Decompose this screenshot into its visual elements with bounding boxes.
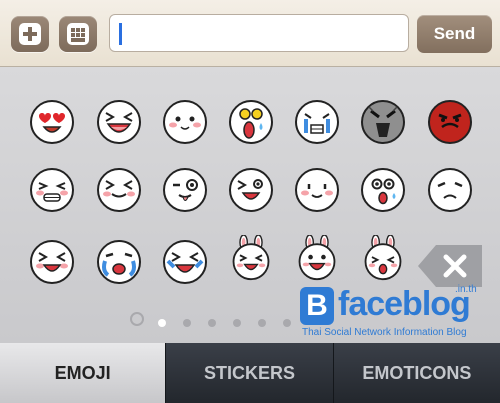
keyboard-icon: [67, 23, 89, 45]
category-tabs: EMOJI STICKERS EMOTICONS: [0, 343, 500, 403]
text-cursor: [119, 23, 122, 45]
emoji-sad[interactable]: [427, 167, 473, 213]
watermark-tld: .in.th: [455, 284, 477, 295]
emoji-heart-eyes[interactable]: [29, 99, 75, 145]
emoji-laugh-cry[interactable]: [29, 239, 75, 285]
emoji-tears-laugh[interactable]: [162, 239, 208, 285]
page-dot-4[interactable]: [233, 319, 241, 327]
emoji-shocked-sweat[interactable]: [228, 99, 274, 145]
emoji-wink-grin[interactable]: [228, 167, 274, 213]
emoji-bunny-grin[interactable]: [228, 235, 274, 281]
plus-icon: [19, 23, 41, 45]
emoji-squint-grin[interactable]: [29, 167, 75, 213]
page-dot-3[interactable]: [208, 319, 216, 327]
page-dot-2[interactable]: [183, 319, 191, 327]
emoji-blushing[interactable]: [162, 99, 208, 145]
emoji-dark-shocked[interactable]: [360, 99, 406, 145]
keyboard-toggle-button[interactable]: [59, 16, 97, 52]
page-dot-6[interactable]: [283, 319, 291, 327]
input-toolbar: Send: [0, 0, 500, 67]
page-dot-1[interactable]: [158, 319, 166, 327]
tab-stickers[interactable]: STICKERS: [165, 343, 333, 403]
emoji-laughing[interactable]: [96, 99, 142, 145]
watermark-subtitle: Thai Social Network Information Blog: [302, 327, 467, 338]
message-input[interactable]: [109, 14, 409, 52]
send-button[interactable]: Send: [417, 15, 492, 53]
faceblog-watermark: B faceblog .in.th Thai Social Network In…: [300, 284, 490, 343]
emoji-surprised[interactable]: [360, 167, 406, 213]
add-button[interactable]: [11, 16, 49, 52]
emoji-wink-tongue[interactable]: [162, 167, 208, 213]
faceblog-logo-icon: B: [300, 287, 334, 325]
tab-emoji[interactable]: EMOJI: [0, 343, 166, 403]
emoji-angry-red[interactable]: [427, 99, 473, 145]
emoji-crying[interactable]: [294, 99, 340, 145]
emoji-tears-crying[interactable]: [96, 239, 142, 285]
emoji-bunny-laugh[interactable]: [294, 235, 340, 281]
emoji-xd-laugh[interactable]: [96, 167, 142, 213]
emoji-bunny-surprised[interactable]: [360, 235, 406, 281]
watermark-title: faceblog: [338, 285, 471, 323]
tab-emoticons[interactable]: EMOTICONS: [332, 343, 500, 403]
page-dot-5[interactable]: [258, 319, 266, 327]
emoji-smile[interactable]: [294, 167, 340, 213]
clock-icon[interactable]: [130, 312, 144, 326]
